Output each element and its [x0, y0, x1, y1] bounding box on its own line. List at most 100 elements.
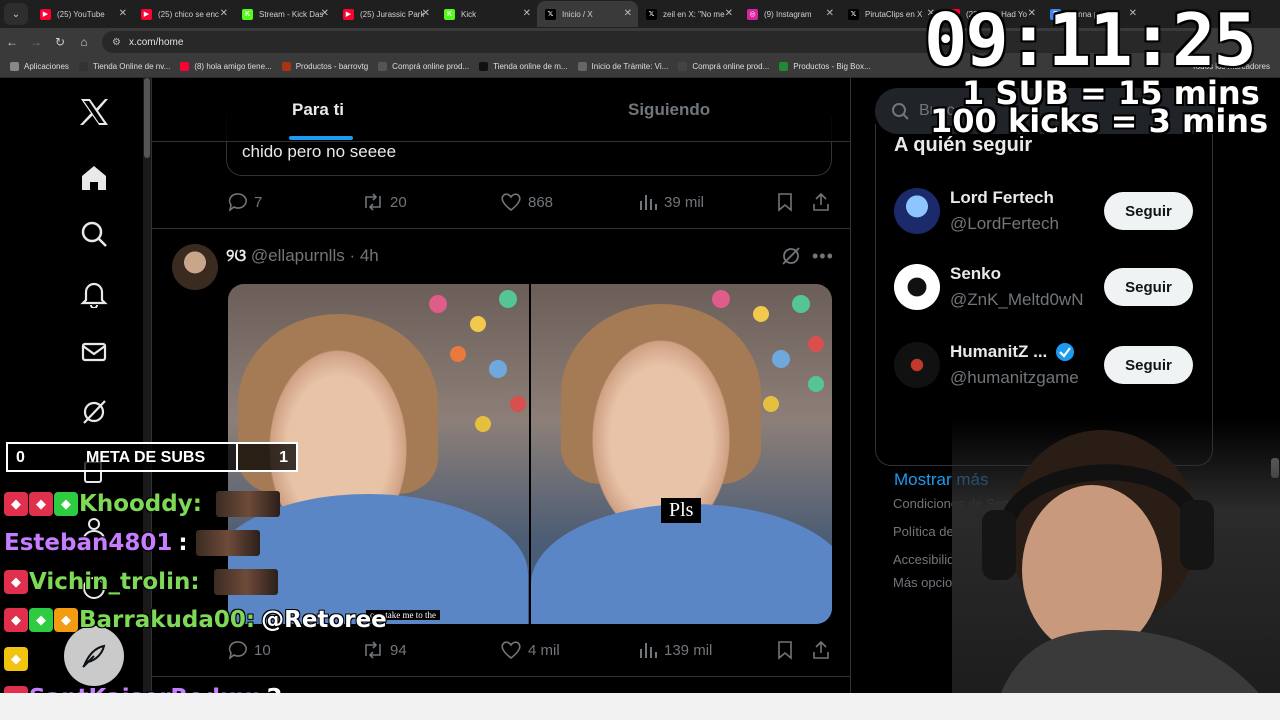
bookmark-item[interactable]: Tienda online de m... — [479, 62, 568, 71]
heart-icon — [501, 641, 521, 660]
bookmark-item[interactable]: (8) hola amigo tiene... — [180, 62, 272, 71]
left-scrollbar[interactable] — [143, 78, 151, 693]
follow-button[interactable]: Seguir — [1104, 268, 1193, 306]
close-tab-icon[interactable]: ✕ — [523, 9, 531, 19]
post-time[interactable]: · 4h — [349, 246, 378, 265]
post-image-right[interactable]: Pls — [531, 284, 832, 624]
close-tab-icon[interactable]: ✕ — [321, 9, 329, 19]
share-button[interactable] — [812, 640, 836, 660]
browser-tab[interactable]: K Stream - Kick Das ✕ — [234, 1, 335, 27]
views-button[interactable]: 139 mil — [638, 640, 712, 660]
reply-icon — [228, 193, 247, 212]
bookmark-item[interactable]: Comprá online prod... — [678, 62, 769, 71]
browser-tab[interactable]: 𝕏zeil en X: "No me ✕ — [638, 1, 739, 27]
avatar[interactable] — [894, 264, 940, 310]
tab-siguiendo[interactable]: Siguiendo — [628, 100, 710, 120]
post-divider — [152, 228, 850, 229]
post-header: ୨ଓ @ellapurnlls · 4h — [226, 246, 379, 266]
follow-suggestion[interactable]: Senko @ZnK_Meltd0wN Seguir — [894, 258, 1194, 318]
browser-tab[interactable]: 𝕏 Inicio / X ✕ — [537, 1, 638, 27]
reply-button[interactable]: 7 — [228, 192, 262, 212]
chat-badge-icon: ◆ — [54, 608, 78, 632]
more-options-icon[interactable]: ••• — [812, 246, 834, 267]
browser-tab[interactable]: ▶ (25) chico se enc ✕ — [133, 1, 234, 27]
browser-tab[interactable]: ◎ (9) Instagram ✕ — [739, 1, 840, 27]
bookmark-item[interactable]: Comprá online prod... — [378, 62, 469, 71]
share-icon — [813, 640, 829, 659]
home-nav-icon[interactable] — [76, 160, 112, 196]
account-name[interactable]: Lord Fertech — [950, 188, 1054, 208]
post-author-avatar[interactable] — [172, 244, 218, 290]
views-button[interactable]: 39 mil — [638, 192, 704, 212]
chat-username[interactable]: Vichin_trolin: — [29, 569, 200, 595]
stream-timer: 09:11:25 — [924, 0, 1257, 82]
follow-button[interactable]: Seguir — [1104, 192, 1193, 230]
close-tab-icon[interactable]: ✕ — [220, 9, 228, 19]
chat-username[interactable]: Esteban4801 — [4, 530, 172, 556]
tab-para-ti[interactable]: Para ti — [292, 100, 344, 120]
tab-favicon-icon: ▶ — [141, 8, 152, 20]
avatar[interactable] — [894, 342, 940, 388]
bookmark-button[interactable] — [776, 192, 800, 212]
x-logo-icon[interactable] — [76, 94, 112, 130]
bookmark-item[interactable]: Inicio de Trámite: Vi... — [577, 62, 669, 71]
reload-icon[interactable]: ↻ — [48, 35, 72, 49]
post-author-name[interactable]: ୨ଓ — [226, 246, 246, 265]
tab-title: zeil en X: "No me — [663, 9, 725, 19]
browser-tab[interactable]: ▶ (25) YouTube ✕ — [32, 1, 133, 27]
search-icon — [892, 103, 909, 120]
forward-icon[interactable]: → — [24, 35, 48, 49]
bookmark-item[interactable]: Aplicaciones — [10, 62, 69, 71]
close-tab-icon[interactable]: ✕ — [826, 9, 834, 19]
bookmark-item[interactable]: Tienda Online de nv... — [78, 62, 170, 71]
account-name-text: HumanitZ ... — [950, 342, 1048, 361]
browser-tab[interactable]: ▶ (25) Jurassic Park ✕ — [335, 1, 436, 27]
back-icon[interactable]: ← — [0, 35, 24, 49]
bookmark-item[interactable]: Productos - Big Box... — [779, 62, 871, 71]
browser-tab[interactable]: K Kick ✕ — [436, 1, 537, 27]
tab-favicon-icon: K — [444, 8, 455, 20]
post-actions: 7 20 868 39 mil — [226, 192, 836, 216]
bookmark-label: Inicio de Trámite: Vi... — [591, 62, 669, 71]
like-button[interactable]: 4 mil — [500, 640, 560, 660]
site-info-icon[interactable]: ⚙ — [112, 37, 121, 48]
follow-suggestion[interactable]: HumanitZ ... @humanitzgame Seguir — [894, 336, 1194, 396]
kicks-rule-text: 100 kicks = 3 mins — [930, 102, 1269, 140]
left-scrollbar-thumb[interactable] — [144, 78, 150, 158]
tab-search-menu-button[interactable]: ⌄ — [4, 3, 28, 25]
account-handle: @humanitzgame — [950, 368, 1079, 387]
bookmark-item[interactable]: Productos - barrovtg — [281, 62, 368, 71]
chat-badge-icon: ◆ — [4, 647, 28, 671]
account-name[interactable]: HumanitZ ... — [950, 342, 1075, 362]
close-tab-icon[interactable]: ✕ — [422, 9, 430, 19]
share-button[interactable] — [812, 192, 836, 212]
tab-favicon-icon: 𝕏 — [545, 8, 556, 20]
chat-badge-icon: ◆ — [4, 608, 28, 632]
chat-emote-icon — [213, 569, 278, 595]
close-tab-icon[interactable]: ✕ — [624, 9, 632, 19]
chat-username[interactable]: Khooddy: — [79, 491, 202, 517]
notifications-bell-icon[interactable] — [76, 276, 112, 312]
home-icon[interactable]: ⌂ — [72, 35, 96, 49]
analytics-icon — [640, 643, 657, 658]
account-name[interactable]: Senko — [950, 264, 1001, 284]
close-tab-icon[interactable]: ✕ — [119, 9, 127, 19]
sub-goal-divider — [236, 444, 238, 470]
like-button[interactable]: 868 — [500, 192, 553, 212]
close-tab-icon[interactable]: ✕ — [725, 9, 733, 19]
tab-title: Stream - Kick Das — [259, 9, 324, 19]
chat-username[interactable]: Barrakuda00: — [79, 607, 255, 633]
chat-message: ◆ Vichin_trolin: — [4, 566, 424, 598]
repost-button[interactable]: 20 — [362, 192, 407, 212]
bookmark-icon — [778, 641, 792, 660]
grok-explain-icon[interactable] — [780, 245, 802, 272]
follow-button[interactable]: Seguir — [1104, 346, 1193, 384]
messages-envelope-icon[interactable] — [76, 334, 112, 370]
explore-search-icon[interactable] — [76, 216, 112, 252]
bookmark-button[interactable] — [776, 640, 800, 660]
active-tab-indicator — [289, 136, 353, 140]
post-author-handle[interactable]: @ellapurnlls — [251, 246, 345, 265]
avatar[interactable] — [894, 188, 940, 234]
grok-nav-icon[interactable] — [76, 394, 112, 430]
follow-suggestion[interactable]: Lord Fertech @LordFertech Seguir — [894, 182, 1194, 242]
